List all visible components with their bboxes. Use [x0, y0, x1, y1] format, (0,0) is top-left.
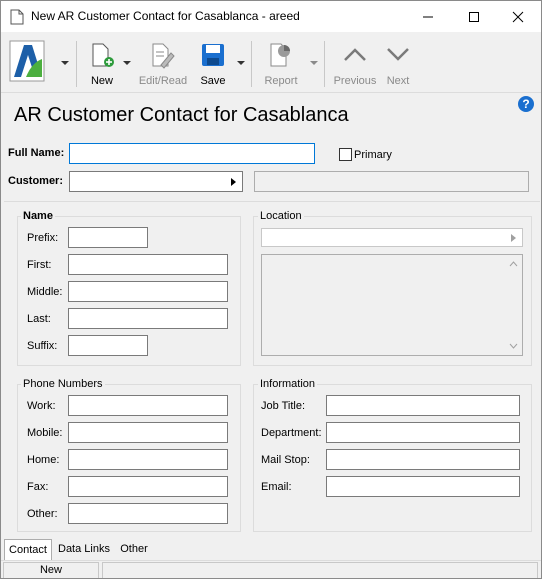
minimize-icon	[423, 16, 433, 17]
document-icon	[10, 9, 24, 25]
customer-label: Customer:	[8, 175, 64, 187]
fax-input[interactable]	[68, 476, 228, 497]
job-title-input[interactable]	[326, 395, 520, 416]
report-button[interactable]: Report	[259, 39, 303, 89]
location-address-box	[261, 254, 523, 356]
new-document-icon	[92, 43, 114, 67]
chevron-right-icon[interactable]	[231, 178, 236, 186]
new-button[interactable]: New	[85, 39, 119, 89]
primary-label: Primary	[354, 149, 392, 161]
previous-label: Previous	[333, 75, 377, 87]
maximize-button[interactable]	[451, 1, 497, 32]
phone-group-title: Phone Numbers	[21, 378, 105, 390]
help-icon[interactable]: ?	[518, 96, 534, 112]
email-input[interactable]	[326, 476, 520, 497]
middle-name-input[interactable]	[68, 281, 228, 302]
mail-stop-input[interactable]	[326, 449, 520, 470]
page-title: AR Customer Contact for Casablanca	[14, 104, 349, 126]
full-name-label: Full Name:	[8, 147, 65, 159]
mail-stop-label: Mail Stop:	[261, 454, 310, 466]
close-button[interactable]	[495, 1, 541, 32]
new-label: New	[90, 75, 113, 87]
save-button[interactable]: Save	[197, 39, 229, 89]
first-label: First:	[27, 259, 52, 271]
location-combo[interactable]	[261, 228, 523, 247]
scroll-up-icon[interactable]	[509, 261, 518, 267]
next-button[interactable]: Next	[381, 39, 415, 89]
prefix-input[interactable]	[68, 227, 148, 248]
first-name-input[interactable]	[68, 254, 228, 275]
customer-combo[interactable]	[69, 171, 243, 192]
previous-button[interactable]: Previous	[331, 39, 379, 89]
tab-other[interactable]: Other	[115, 539, 153, 560]
last-label: Last:	[27, 313, 51, 325]
next-label: Next	[386, 75, 410, 87]
maximize-icon	[469, 11, 479, 22]
job-title-label: Job Title:	[261, 400, 306, 412]
suffix-input[interactable]	[68, 335, 148, 356]
toolbar: New Edit/Read Save Report Previous Next	[1, 33, 541, 93]
app-window: New AR Customer Contact for Casablanca -…	[0, 0, 542, 579]
tab-data-links[interactable]: Data Links	[55, 539, 113, 560]
department-label: Department:	[261, 427, 322, 439]
name-group-title: Name	[21, 210, 55, 222]
title-bar: New AR Customer Contact for Casablanca -…	[1, 1, 541, 32]
location-group-title: Location	[258, 210, 304, 222]
report-icon	[270, 43, 290, 67]
home-phone-input[interactable]	[68, 449, 228, 470]
contact-panel: Name Prefix: First: Middle: Last: Suffix…	[4, 201, 540, 539]
primary-checkbox[interactable]	[339, 148, 352, 161]
app-logo-button[interactable]	[7, 39, 47, 89]
scroll-down-icon[interactable]	[509, 343, 518, 349]
save-dropdown-icon[interactable]	[237, 61, 245, 65]
location-chevron-right-icon[interactable]	[511, 234, 516, 242]
window-title: New AR Customer Contact for Casablanca -…	[31, 9, 300, 23]
report-dropdown-icon[interactable]	[310, 61, 318, 65]
save-label: Save	[200, 75, 226, 87]
email-label: Email:	[261, 481, 292, 493]
mobile-label: Mobile:	[27, 427, 63, 439]
save-icon	[202, 44, 224, 66]
prefix-label: Prefix:	[27, 232, 59, 244]
status-mode: New	[3, 562, 99, 578]
work-phone-input[interactable]	[68, 395, 228, 416]
tab-contact[interactable]: Contact	[4, 539, 52, 560]
status-bar: New	[1, 560, 541, 578]
minimize-button[interactable]	[405, 1, 451, 32]
fax-label: Fax:	[27, 481, 49, 493]
chevron-down-icon	[387, 48, 409, 61]
department-input[interactable]	[326, 422, 520, 443]
logo-dropdown-icon[interactable]	[61, 61, 69, 65]
last-name-input[interactable]	[68, 308, 228, 329]
other-phone-label: Other:	[27, 508, 58, 520]
middle-label: Middle:	[27, 286, 63, 298]
edit-read-label: Edit/Read	[138, 75, 188, 87]
mobile-phone-input[interactable]	[68, 422, 228, 443]
chevron-up-icon	[344, 48, 366, 61]
full-name-input[interactable]	[69, 143, 315, 164]
app-logo-icon	[9, 40, 45, 82]
report-label: Report	[264, 75, 298, 87]
suffix-label: Suffix:	[27, 340, 58, 352]
work-label: Work:	[27, 400, 56, 412]
information-group-title: Information	[258, 378, 318, 390]
edit-icon	[152, 43, 175, 69]
customer-description-field	[254, 171, 529, 192]
status-message	[102, 562, 538, 578]
other-phone-input[interactable]	[68, 503, 228, 524]
new-dropdown-icon[interactable]	[123, 61, 131, 65]
home-label: Home:	[27, 454, 60, 466]
close-icon	[512, 11, 524, 22]
edit-read-button[interactable]: Edit/Read	[136, 39, 190, 89]
